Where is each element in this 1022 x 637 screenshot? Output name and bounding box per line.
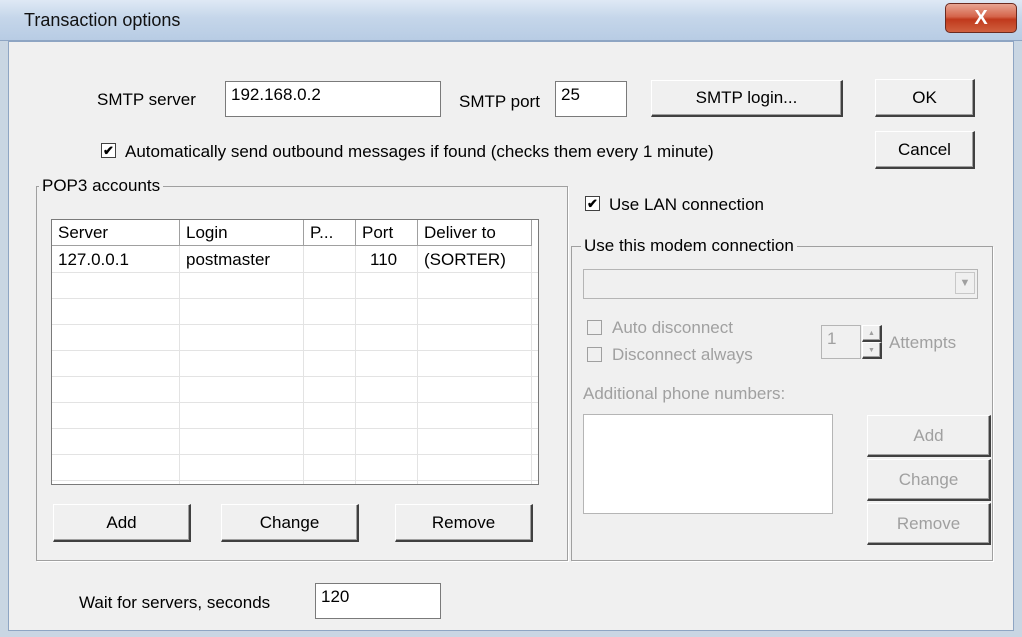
grid-line — [179, 246, 180, 484]
attempts-input[interactable]: 1 — [821, 325, 861, 359]
lan-checkbox[interactable]: ✔ — [585, 196, 600, 211]
pop3-remove-button[interactable]: Remove — [395, 504, 533, 542]
column-header-login[interactable]: Login — [180, 220, 304, 246]
column-header-password[interactable]: P... — [304, 220, 356, 246]
auto-send-label: Automatically send outbound messages if … — [125, 142, 714, 161]
column-header-port[interactable]: Port — [356, 220, 418, 246]
dialog-body: SMTP server 192.168.0.2 SMTP port 25 SMT… — [8, 41, 1014, 631]
grid-line — [417, 246, 418, 484]
wait-input[interactable]: 120 — [315, 583, 441, 619]
cell-deliver-to: (SORTER) — [424, 250, 506, 269]
pop3-change-button[interactable]: Change — [221, 504, 359, 542]
cancel-button[interactable]: Cancel — [875, 131, 975, 169]
grid-line — [52, 402, 538, 403]
attempts-label: Attempts — [889, 333, 957, 352]
auto-disconnect-checkbox[interactable] — [587, 320, 602, 335]
wait-label: Wait for servers, seconds — [79, 593, 271, 612]
ok-button[interactable]: OK — [875, 79, 975, 117]
cell-port: 110 — [370, 250, 398, 269]
dropdown-glyph: ▼ — [959, 277, 971, 289]
phones-label: Additional phone numbers: — [583, 384, 786, 403]
lan-label: Use LAN connection — [609, 195, 764, 214]
grid-line — [52, 376, 538, 377]
attempts-spinner[interactable]: ▲ ▼ — [862, 325, 882, 359]
chevron-down-icon[interactable]: ▼ — [955, 272, 975, 294]
smtp-server-input[interactable]: 192.168.0.2 — [225, 81, 441, 117]
cell-login: postmaster — [186, 250, 271, 269]
modem-group-label: Use this modem connection — [581, 236, 797, 256]
smtp-port-value: 25 — [561, 85, 580, 104]
check-icon: ✔ — [587, 196, 598, 211]
grid-line — [52, 298, 538, 299]
smtp-login-button[interactable]: SMTP login... — [651, 80, 843, 117]
spin-up-icon[interactable]: ▲ — [862, 325, 882, 342]
phone-remove-button[interactable]: Remove — [867, 503, 991, 545]
grid-line — [52, 324, 538, 325]
column-header-deliver-to[interactable]: Deliver to — [418, 220, 532, 246]
window-title: Transaction options — [24, 10, 181, 30]
smtp-port-label: SMTP port — [459, 92, 540, 111]
attempts-value: 1 — [827, 329, 837, 348]
grid-line — [355, 246, 356, 484]
grid-line — [52, 350, 538, 351]
pop3-add-button[interactable]: Add — [53, 504, 191, 542]
grid-line — [52, 428, 538, 429]
cell-server: 127.0.0.1 — [58, 250, 129, 269]
grid-line — [52, 272, 538, 273]
grid-line — [303, 246, 304, 484]
check-icon: ✔ — [103, 143, 114, 158]
spin-down-icon[interactable]: ▼ — [862, 342, 882, 359]
column-header-server[interactable]: Server — [52, 220, 180, 246]
disconnect-always-checkbox[interactable] — [587, 347, 602, 362]
auto-send-checkbox[interactable]: ✔ — [101, 143, 116, 158]
grid-line — [52, 480, 538, 481]
wait-value: 120 — [321, 587, 350, 606]
phone-change-button[interactable]: Change — [867, 459, 991, 501]
modem-select[interactable]: ▼ — [583, 269, 978, 299]
title-bar: Transaction options X — [0, 0, 1022, 41]
grid-line — [52, 454, 538, 455]
close-icon: X — [974, 6, 988, 29]
pop3-group-label: POP3 accounts — [39, 176, 164, 196]
close-button[interactable]: X — [945, 3, 1017, 33]
auto-disconnect-label: Auto disconnect — [612, 318, 733, 337]
smtp-port-input[interactable]: 25 — [555, 81, 627, 117]
phone-add-button[interactable]: Add — [867, 415, 991, 457]
smtp-server-label: SMTP server — [97, 90, 196, 109]
phones-list[interactable] — [583, 414, 833, 514]
pop3-accounts-table[interactable]: Server Login P... Port Deliver to 127.0.… — [51, 219, 539, 485]
disconnect-always-label: Disconnect always — [612, 345, 753, 364]
smtp-server-value: 192.168.0.2 — [231, 85, 321, 104]
grid-line — [531, 246, 532, 484]
